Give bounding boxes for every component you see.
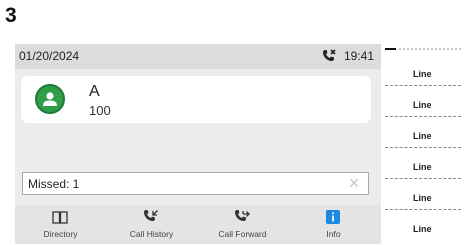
book-icon — [51, 209, 69, 225]
account-card[interactable]: A 100 — [21, 76, 371, 123]
call-history-icon — [142, 209, 160, 225]
top-divider — [385, 48, 461, 50]
directory-button[interactable]: Directory — [15, 205, 106, 244]
line-key[interactable]: Line — [385, 209, 461, 239]
line-key[interactable]: Line — [385, 178, 461, 208]
softkey-label: Directory — [43, 229, 78, 239]
call-forward-button[interactable]: Call Forward — [197, 205, 288, 244]
status-date: 01/20/2024 — [19, 49, 80, 63]
missed-call-icon — [321, 49, 337, 63]
close-icon[interactable]: ✕ — [348, 175, 360, 191]
avatar — [35, 84, 65, 114]
status-time: 19:41 — [343, 49, 374, 63]
line-key-label: Line — [413, 193, 432, 203]
call-forward-icon — [233, 209, 251, 225]
line-key-label: Line — [413, 162, 432, 172]
line-key-label: Line — [413, 131, 432, 141]
softkey-label: Call History — [129, 229, 174, 239]
account-name: A — [89, 83, 100, 100]
line-key[interactable]: Line — [385, 116, 461, 146]
step-number: 3 — [5, 4, 17, 27]
line-key[interactable]: Line — [385, 54, 461, 84]
account-number: 100 — [89, 103, 111, 118]
missed-call-text: Missed: 1 — [28, 177, 80, 191]
info-icon — [324, 209, 342, 225]
phone-screen: 01/20/2024 19:41 A 100 Missed: 1 ✕ Direc… — [15, 44, 381, 244]
line-key[interactable]: Line — [385, 147, 461, 177]
softkey-label: Call Forward — [218, 229, 267, 239]
line-key-label: Line — [413, 224, 432, 234]
softkey-label: Info — [326, 229, 341, 239]
user-icon — [43, 92, 57, 106]
line-key[interactable]: Line — [385, 85, 461, 115]
line-key-label: Line — [413, 69, 432, 79]
line-key-panel: Line Line Line Line Line Line — [385, 44, 463, 244]
softkey-bar: Directory Call History Call Forward Info — [15, 205, 381, 244]
missed-call-notification[interactable]: Missed: 1 ✕ — [22, 172, 369, 195]
status-bar: 01/20/2024 19:41 — [15, 44, 381, 69]
call-history-button[interactable]: Call History — [106, 205, 197, 244]
line-key-label: Line — [413, 100, 432, 110]
info-button[interactable]: Info — [288, 205, 379, 244]
